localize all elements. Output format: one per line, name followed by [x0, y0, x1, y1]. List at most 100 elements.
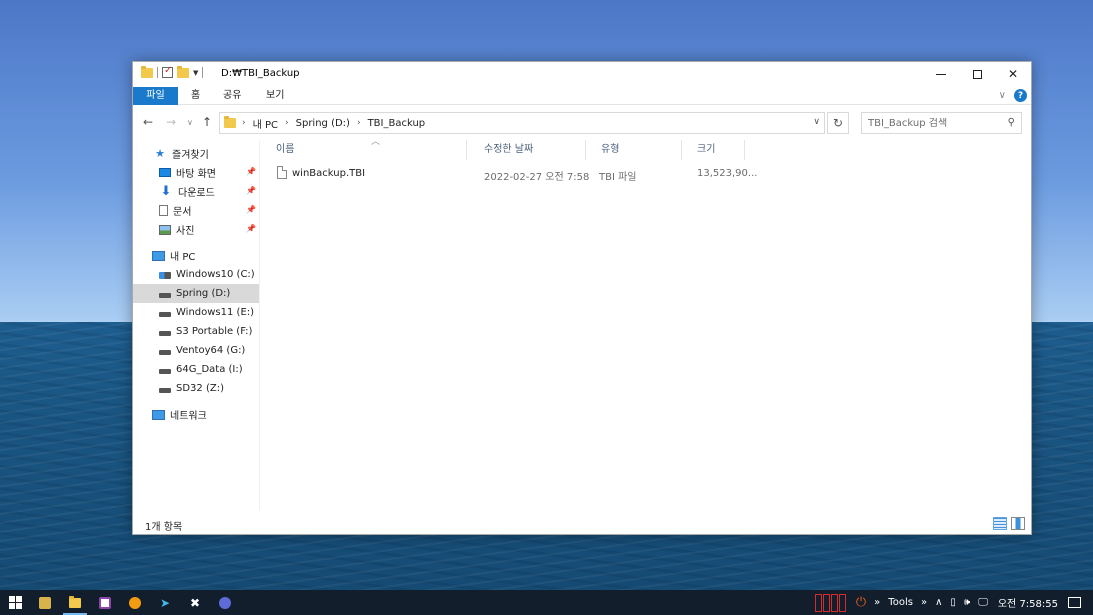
- chevron-up-icon[interactable]: ∧: [935, 597, 942, 608]
- chevron-right-icon[interactable]: ›: [285, 118, 289, 128]
- customize-toolbar-icon[interactable]: ▼: [193, 69, 198, 77]
- search-icon: ⚲: [1007, 117, 1015, 128]
- sidebar-item-desktop[interactable]: 바탕 화면 📌: [133, 163, 259, 182]
- pictures-icon: [159, 224, 171, 235]
- file-date: 2022-02-27 오전 7:58: [484, 172, 590, 183]
- taskbar-app-4[interactable]: [120, 590, 150, 615]
- forward-button[interactable]: →: [166, 115, 176, 129]
- drive-icon: [159, 330, 171, 336]
- taskbar-app-7[interactable]: [210, 590, 240, 615]
- quick-access-toolbar: ▼: [141, 65, 204, 78]
- tab-file[interactable]: 파일: [133, 87, 178, 105]
- pin-icon: 📌: [246, 167, 256, 176]
- app-icon: [99, 596, 111, 609]
- sidebar-item-label: 내 PC: [170, 252, 196, 263]
- file-size: 13,523,90...: [697, 168, 758, 179]
- refresh-icon: ↻: [832, 116, 844, 130]
- sidebar-item-label: Windows11 (E:): [176, 307, 255, 318]
- help-icon[interactable]: ?: [1014, 89, 1027, 102]
- maximize-icon: [972, 69, 982, 79]
- sidebar-item-documents[interactable]: 문서 📌: [133, 201, 259, 220]
- taskbar-app-1[interactable]: [30, 590, 60, 615]
- taskbar-app-5[interactable]: ➤: [150, 590, 180, 615]
- search-box[interactable]: ⚲: [861, 112, 1022, 134]
- column-header-type[interactable]: 유형: [586, 140, 682, 160]
- sidebar-item-drive-c[interactable]: Windows10 (C:): [133, 265, 259, 284]
- chevron-right-icon[interactable]: ›: [357, 118, 361, 128]
- file-list: ︿ 이름 수정한 날짜 유형 크기 winBackup.TBI 2022-02-…: [261, 137, 1031, 510]
- sidebar-item-label: 64G_Data (I:): [176, 364, 243, 375]
- refresh-button[interactable]: ↻: [827, 112, 849, 134]
- large-icons-view-button[interactable]: [1011, 517, 1025, 530]
- breadcrumb-folder[interactable]: TBI_Backup: [368, 118, 426, 129]
- sidebar-item-drive-g[interactable]: Ventoy64 (G:): [133, 341, 259, 360]
- sidebar-item-this-pc[interactable]: 내 PC: [133, 246, 259, 265]
- tools-toolbar-label[interactable]: Tools: [888, 597, 913, 608]
- maximize-button[interactable]: [959, 62, 995, 86]
- file-explorer-window: ▼ D:₩TBI_Backup ✕ 파일 홈 공유 보기 ∨ ? ← → ∨ ↑…: [132, 61, 1032, 535]
- close-button[interactable]: ✕: [995, 62, 1031, 86]
- chevron-right-icon[interactable]: »: [921, 597, 927, 608]
- breadcrumb-this-pc[interactable]: 내 PC: [253, 116, 278, 131]
- sidebar-item-drive-i[interactable]: 64G_Data (I:): [133, 360, 259, 379]
- column-header-size[interactable]: 크기: [682, 140, 745, 160]
- minimize-icon: [936, 73, 946, 75]
- column-header-name[interactable]: 이름: [261, 140, 467, 160]
- sidebar-item-drive-z[interactable]: SD32 (Z:): [133, 379, 259, 398]
- start-button[interactable]: [0, 590, 30, 615]
- folder-icon: [224, 116, 236, 128]
- properties-icon[interactable]: [162, 65, 173, 78]
- file-type: TBI 파일: [599, 172, 637, 183]
- network-icon[interactable]: 🖵: [978, 597, 988, 608]
- breadcrumb-drive[interactable]: Spring (D:): [296, 118, 350, 129]
- sidebar-item-network[interactable]: 네트워크: [133, 405, 259, 424]
- sidebar-item-downloads[interactable]: ⬇ 다운로드 📌: [133, 182, 259, 201]
- sidebar-item-label: Ventoy64 (G:): [176, 345, 246, 356]
- document-icon: [159, 205, 168, 216]
- address-dropdown-icon[interactable]: ∨: [813, 117, 820, 127]
- sidebar-item-label: 사진: [176, 226, 195, 237]
- sidebar-item-drive-d[interactable]: Spring (D:): [133, 284, 259, 303]
- tab-home[interactable]: 홈: [179, 87, 212, 105]
- power-icon[interactable]: ⏻: [856, 595, 866, 610]
- taskbar-app-3[interactable]: [90, 590, 120, 615]
- details-view-button[interactable]: [993, 517, 1007, 530]
- back-button[interactable]: ←: [143, 115, 153, 129]
- sidebar-item-drive-f[interactable]: S3 Portable (F:): [133, 322, 259, 341]
- chevron-right-icon[interactable]: ›: [242, 118, 246, 128]
- usb-icon[interactable]: ▯: [950, 597, 956, 608]
- search-input[interactable]: [868, 117, 996, 129]
- sidebar-item-drive-e[interactable]: Windows11 (E:): [133, 303, 259, 322]
- windows-drive-icon: [159, 272, 171, 279]
- minimize-button[interactable]: [923, 62, 959, 86]
- tab-share[interactable]: 공유: [211, 87, 253, 105]
- file-row[interactable]: winBackup.TBI 2022-02-27 오전 7:58 TBI 파일 …: [261, 164, 757, 184]
- sidebar-item-quick-access[interactable]: ★ 즐겨찾기: [133, 144, 259, 163]
- tray-indicator-icon[interactable]: [814, 593, 846, 612]
- column-header-date[interactable]: 수정한 날짜: [469, 140, 586, 160]
- sidebar-item-label: Spring (D:): [176, 288, 231, 299]
- download-icon: ⬇: [160, 184, 172, 199]
- taskbar-file-explorer[interactable]: [60, 590, 90, 615]
- app-icon: ✖: [189, 595, 201, 610]
- chevron-right-icon[interactable]: »: [874, 597, 880, 608]
- clock[interactable]: 오전 7:58:55: [998, 595, 1058, 610]
- file-icon: [277, 165, 287, 179]
- notification-icon[interactable]: [1068, 597, 1081, 608]
- address-bar[interactable]: › 내 PC › Spring (D:) › TBI_Backup ∨: [219, 112, 825, 134]
- navigation-bar: ← → ∨ ↑ › 내 PC › Spring (D:) › TBI_Backu…: [133, 106, 1031, 138]
- tab-view[interactable]: 보기: [254, 87, 296, 105]
- expand-ribbon-icon[interactable]: ∨: [999, 90, 1006, 101]
- volume-icon[interactable]: 🕪: [964, 597, 970, 608]
- new-folder-icon[interactable]: [177, 65, 189, 78]
- taskbar-app-6[interactable]: ✖: [180, 590, 210, 615]
- folder-icon: [69, 595, 81, 608]
- up-button[interactable]: ↑: [202, 115, 212, 129]
- recent-locations-icon[interactable]: ∨: [187, 118, 193, 127]
- file-name-cell[interactable]: winBackup.TBI: [277, 165, 366, 179]
- file-name: winBackup.TBI: [292, 168, 366, 179]
- sidebar-item-pictures[interactable]: 사진 📌: [133, 220, 259, 239]
- app-icon: [129, 596, 141, 609]
- drive-icon: [159, 349, 171, 355]
- bird-icon: ➤: [159, 595, 171, 610]
